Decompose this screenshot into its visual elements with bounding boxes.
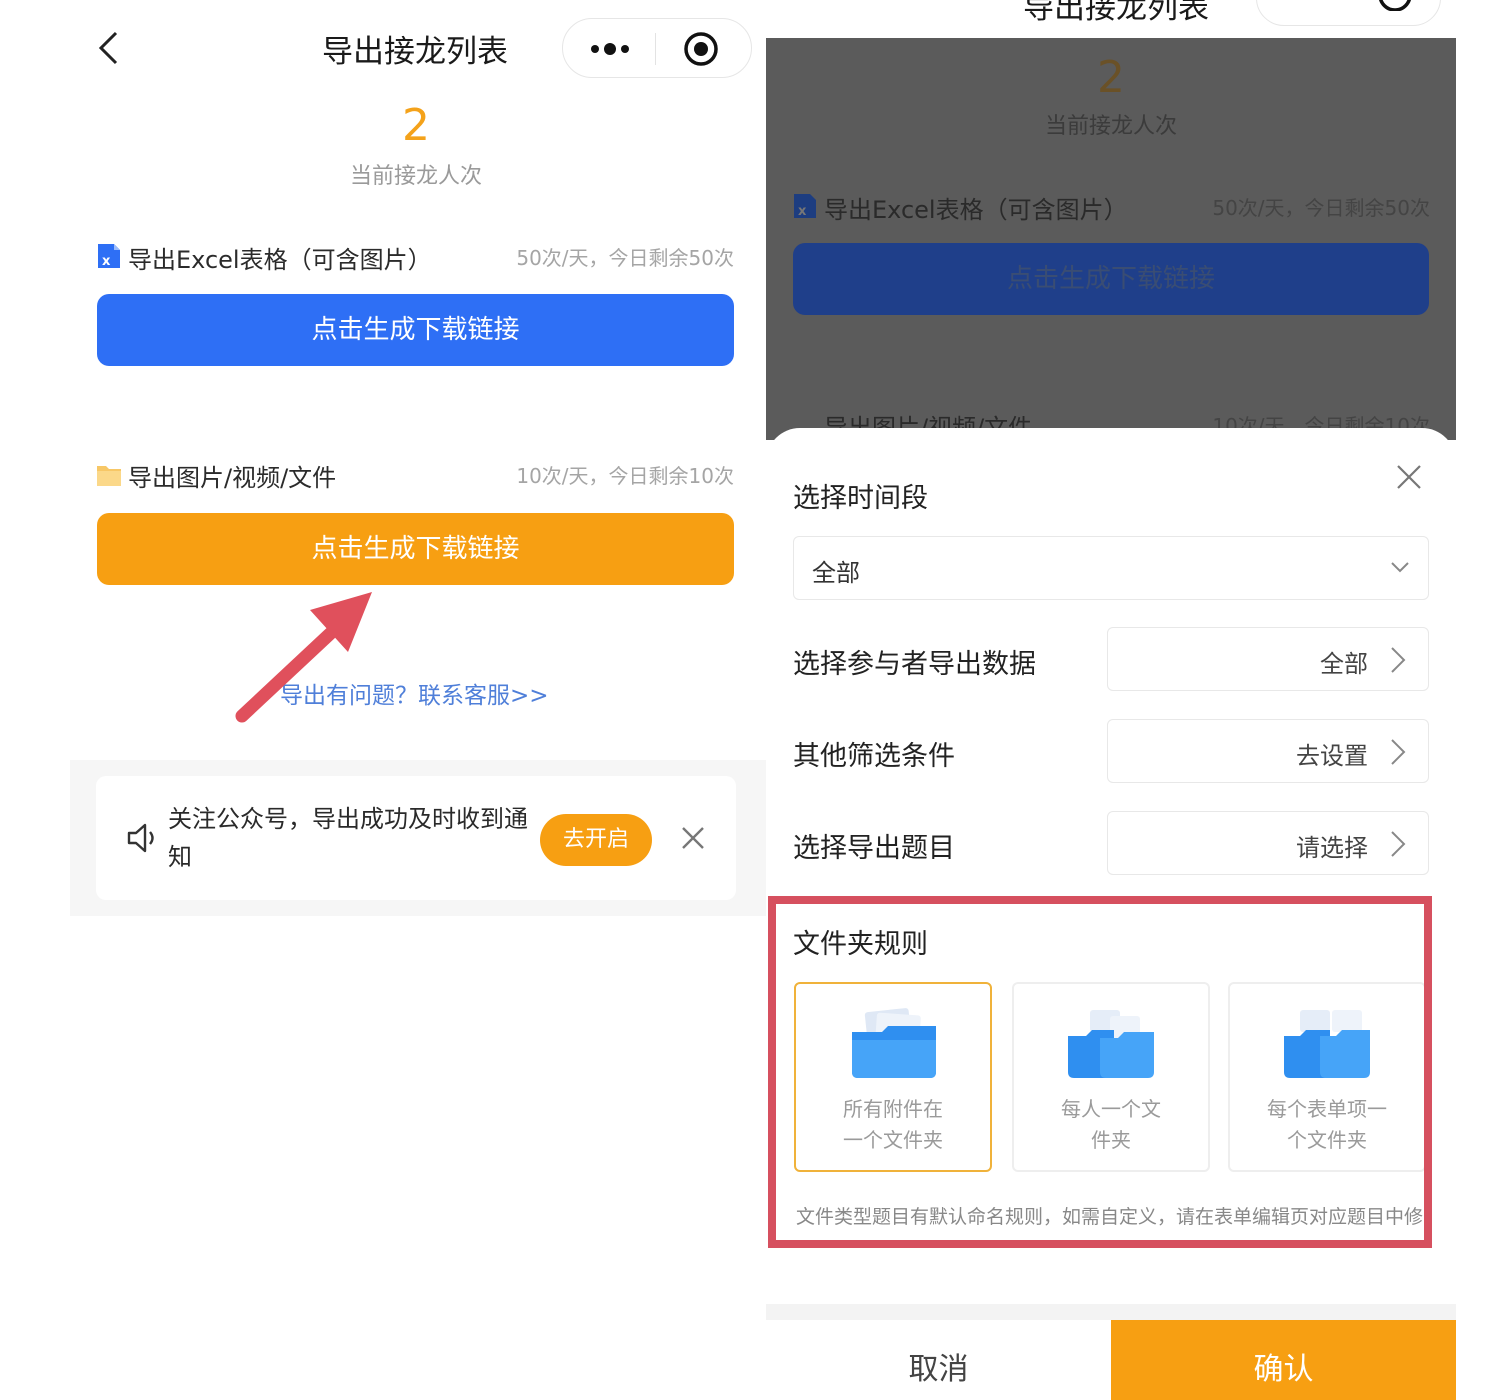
excel-generate-link-button[interactable]: 点击生成下载链接 xyxy=(97,294,734,366)
files-section-title: 导出图片/视频/文件 xyxy=(128,464,337,492)
time-range-value: 全部 xyxy=(812,559,860,587)
svg-text:x: x xyxy=(102,254,111,269)
highlight-box xyxy=(768,896,1432,1248)
folder-icon xyxy=(97,466,121,486)
page-title: 导出接龙列表 xyxy=(322,34,508,70)
back-arrow-icon[interactable] xyxy=(792,0,822,16)
annotation-arrow-icon xyxy=(235,592,372,723)
other-filters-label: 其他筛选条件 xyxy=(793,741,955,772)
excel-section-title: 导出Excel表格（可含图片） xyxy=(128,246,432,274)
speaker-icon xyxy=(127,823,154,853)
excel-section-title: 导出Excel表格（可含图片） xyxy=(824,196,1128,224)
chevron-right-icon xyxy=(1391,831,1406,857)
confirm-button[interactable]: 确认 xyxy=(1111,1320,1456,1400)
time-range-select[interactable]: 全部 xyxy=(793,536,1429,600)
participants-value: 全部 xyxy=(1320,650,1368,678)
excel-generate-link-button: 点击生成下载链接 xyxy=(793,243,1429,315)
files-generate-link-button[interactable]: 点击生成下载链接 xyxy=(97,513,734,585)
right-margin xyxy=(1456,0,1500,1400)
close-icon[interactable] xyxy=(680,825,706,851)
export-questions-value: 请选择 xyxy=(1296,834,1368,862)
back-arrow-icon[interactable] xyxy=(94,30,124,66)
other-filters-value: 去设置 xyxy=(1296,742,1368,770)
close-miniprogram-icon[interactable] xyxy=(683,31,719,67)
left-screen: 导出接龙列表 2 当前接龙人次 x 导出Excel表格（可含图片） 50次/天，… xyxy=(0,0,766,1400)
excel-file-icon: x xyxy=(98,244,120,269)
mini-program-capsule xyxy=(1256,0,1441,26)
chevron-right-icon xyxy=(1391,739,1406,765)
mini-program-capsule xyxy=(562,18,752,78)
export-questions-label: 选择导出题目 xyxy=(793,833,955,864)
more-icon[interactable] xyxy=(587,37,633,61)
participants-label: 选择参与者导出数据 xyxy=(793,649,1036,680)
participants-selector[interactable]: 全部 xyxy=(1107,627,1429,691)
participation-count-label: 当前接龙人次 xyxy=(1044,114,1177,139)
time-range-label: 选择时间段 xyxy=(793,483,928,514)
excel-file-icon: x xyxy=(794,194,816,219)
close-icon[interactable] xyxy=(1396,464,1422,490)
chevron-down-icon xyxy=(1391,562,1409,573)
participation-count: 2 xyxy=(1097,52,1125,103)
enable-notification-button[interactable]: 去开启 xyxy=(540,814,652,866)
footer-divider xyxy=(766,1304,1456,1320)
participation-count-label: 当前接龙人次 xyxy=(349,164,482,189)
chevron-right-icon xyxy=(1391,647,1406,673)
notice-text: 关注公众号，导出成功及时收到通知 xyxy=(168,805,528,871)
capsule-divider xyxy=(655,33,656,65)
participation-count: 2 xyxy=(402,100,430,151)
cancel-button[interactable]: 取消 xyxy=(766,1320,1111,1400)
excel-quota: 50次/天，今日剩余50次 xyxy=(516,246,734,270)
svg-text:x: x xyxy=(798,204,807,219)
right-screen: 导出接龙列表 2 当前接龙人次 x 导出Excel表格（可含图片） 50次/天，… xyxy=(766,0,1456,1400)
files-quota: 10次/天，今日剩余10次 xyxy=(516,464,734,488)
export-questions-selector[interactable]: 请选择 xyxy=(1107,811,1429,875)
page-title: 导出接龙列表 xyxy=(1023,0,1209,26)
close-miniprogram-icon[interactable] xyxy=(1377,0,1413,11)
other-filters-selector[interactable]: 去设置 xyxy=(1107,719,1429,783)
excel-quota: 50次/天，今日剩余50次 xyxy=(1212,196,1430,220)
